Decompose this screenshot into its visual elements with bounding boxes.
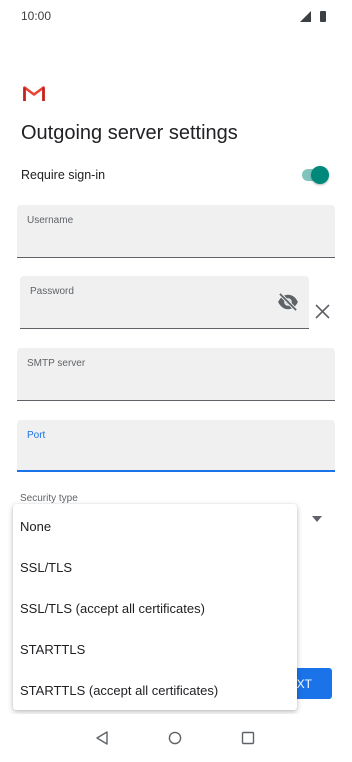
username-label: Username <box>27 215 74 226</box>
smtp-server-field[interactable]: SMTP server <box>17 348 335 401</box>
port-label: Port <box>27 430 46 441</box>
password-field[interactable]: Password <box>20 276 309 329</box>
close-icon[interactable] <box>314 303 331 320</box>
status-bar: 10:00 <box>0 0 352 34</box>
menu-item-starttls[interactable]: STARTTLS <box>13 629 297 670</box>
menu-item-none[interactable]: None <box>13 506 297 547</box>
page-title: Outgoing server settings <box>21 122 238 144</box>
require-signin-label: Require sign-in <box>21 168 106 182</box>
status-time: 10:00 <box>21 9 52 23</box>
smtp-server-label: SMTP server <box>27 358 86 369</box>
navigation-bar <box>0 714 352 762</box>
signal-battery-icon <box>300 11 326 22</box>
menu-item-ssl-tls-accept-all[interactable]: SSL/TLS (accept all certificates) <box>13 588 297 629</box>
caret-down-icon[interactable] <box>312 516 322 522</box>
home-icon[interactable] <box>168 731 182 745</box>
toggle-thumb[interactable] <box>311 166 329 184</box>
port-field[interactable]: Port <box>17 420 335 472</box>
password-label: Password <box>30 286 74 297</box>
menu-item-ssl-tls[interactable]: SSL/TLS <box>13 547 297 588</box>
recents-icon[interactable] <box>241 731 255 745</box>
visibility-off-icon[interactable] <box>277 293 299 311</box>
require-signin-row: Require sign-in <box>21 160 333 190</box>
security-type-menu: None SSL/TLS SSL/TLS (accept all certifi… <box>13 504 297 710</box>
menu-item-starttls-accept-all[interactable]: STARTTLS (accept all certificates) <box>13 670 297 711</box>
gmail-logo <box>23 86 45 101</box>
username-field[interactable]: Username <box>17 205 335 258</box>
security-type-label: Security type <box>20 493 78 504</box>
back-icon[interactable] <box>95 731 109 745</box>
